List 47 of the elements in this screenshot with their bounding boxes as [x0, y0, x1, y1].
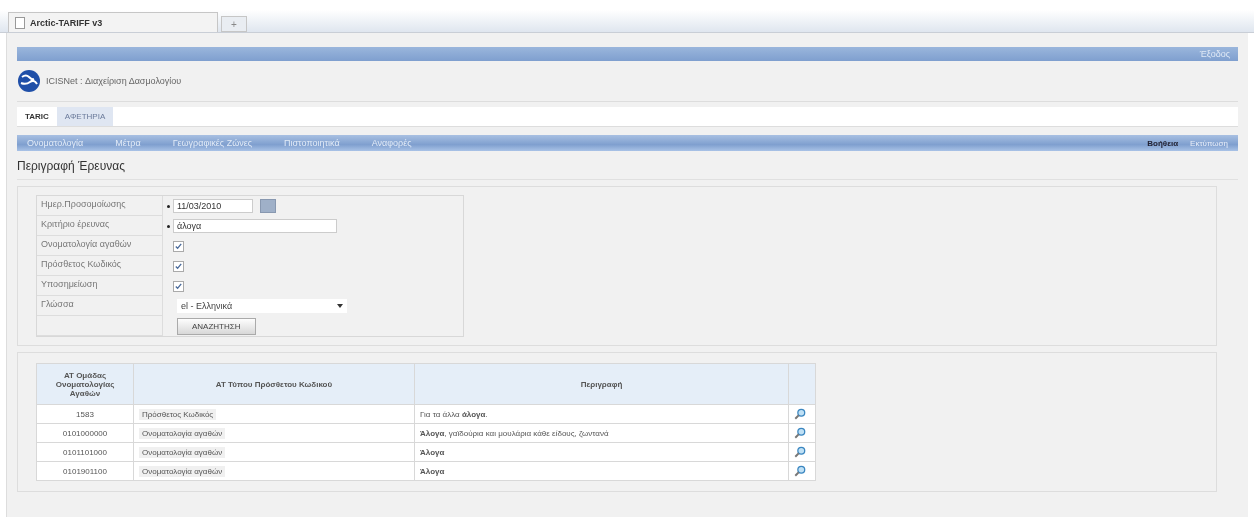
magnifier-icon[interactable] [794, 446, 806, 458]
table-cell: 1583 [36, 404, 134, 424]
document-icon [15, 16, 25, 29]
table-cell: Άλογα [414, 461, 789, 481]
browser-tab[interactable]: Arctic-TARIFF v3 [8, 12, 218, 32]
field-label: Ημερ.Προσομοίωσης [37, 196, 163, 216]
menu-item[interactable]: Αναφορές [371, 138, 412, 148]
table-cell: 0101101000 [36, 442, 134, 462]
magnifier-icon[interactable] [794, 427, 806, 439]
new-tab-button[interactable]: + [221, 16, 247, 32]
app-title: ICISNet : Διαχείριση Δασμολογίου [46, 76, 182, 86]
table-cell: Ονοματολογία αγαθών [133, 423, 415, 443]
field-label: Γλώσσα [37, 296, 163, 316]
column-header: Περιγραφή [414, 363, 789, 405]
column-header: ΑΤ Τύπου Πρόσθετου Κωδικού [133, 363, 415, 405]
checkbox[interactable] [173, 240, 184, 252]
magnifier-icon[interactable] [794, 408, 806, 420]
menu-item[interactable]: Βοήθεια [1147, 138, 1179, 148]
table-cell: Πρόσθετος Κωδικός [133, 404, 415, 424]
tab[interactable]: ΑΦΕΤΗΡΙΑ [56, 107, 114, 126]
field-label: Πρόσθετος Κωδικός [37, 256, 163, 276]
checkbox[interactable] [173, 260, 184, 272]
dropdown-arrow-icon [337, 304, 343, 308]
field-label: Ονοματολογία αγαθών [37, 236, 163, 256]
table-cell: Ονοματολογία αγαθών [133, 442, 415, 462]
page-title: Περιγραφή Έρευνας [17, 151, 1238, 180]
field-label: Κριτήριο έρευνας [37, 216, 163, 236]
browser-tab-title: Arctic-TARIFF v3 [30, 17, 103, 28]
language-select[interactable]: el - Ελληνικά [177, 299, 347, 313]
table-cell: Άλογα [414, 442, 789, 462]
logout-link[interactable]: Έξοδος [1199, 49, 1230, 59]
search-input[interactable]: άλογα [173, 219, 337, 233]
menu-item[interactable]: Γεωγραφικές Ζώνες [172, 138, 252, 148]
search-button[interactable]: ΑΝΑΖΗΤΗΣΗ [177, 317, 256, 335]
menu-item[interactable]: Πιστοποιητικά [284, 138, 340, 148]
checkbox[interactable] [173, 280, 184, 292]
date-input[interactable]: 11/03/2010 [173, 199, 253, 213]
table-cell: 0101000000 [36, 423, 134, 443]
magnifier-icon[interactable] [794, 465, 806, 477]
field-label: Υποσημείωση [37, 276, 163, 296]
menu-item[interactable]: Μέτρα [115, 138, 141, 148]
table-cell: Για τα άλλα άλογα. [414, 404, 789, 424]
table-cell: Άλογα, γαϊδούρια και μουλάρια κάθε είδους, ζωντανά [414, 423, 789, 443]
table-cell: 0101901100 [36, 461, 134, 481]
menu-item[interactable]: Ονοματολογία [27, 138, 84, 148]
table-cell: Ονοματολογία αγαθών [133, 461, 415, 481]
column-header: ΑΤ Ομάδας Ονοματολογίας Αγαθών [36, 363, 134, 405]
